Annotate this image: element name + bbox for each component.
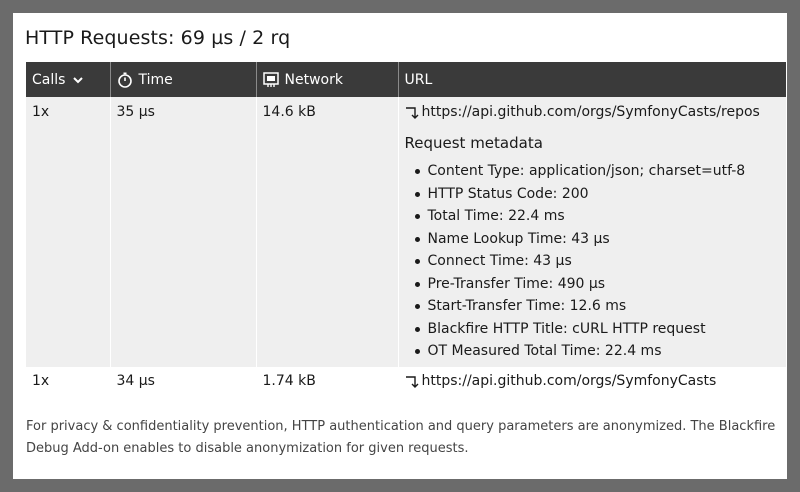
time-header-label: Time <box>138 71 173 88</box>
metadata-item: Blackfire HTTP Title: cURL HTTP request <box>414 318 787 341</box>
metadata-item: Pre-Transfer Time: 490 µs <box>414 273 787 296</box>
row-calls: 1x <box>26 97 111 367</box>
row-time: 34 µs <box>110 367 257 403</box>
corner-arrow-icon <box>405 374 419 388</box>
metadata-item: Start-Transfer Time: 12.6 ms <box>414 295 787 318</box>
row-calls: 1x <box>26 367 111 403</box>
corner-arrow-icon <box>405 105 419 119</box>
metadata-item: OT Measured Total Time: 22.4 ms <box>414 340 787 363</box>
metadata-item: Connect Time: 43 µs <box>414 250 787 273</box>
stopwatch-icon <box>117 72 133 88</box>
column-header-network[interactable]: Network <box>256 62 399 97</box>
metadata-item: Content Type: application/json; charset=… <box>414 160 787 183</box>
row-url-cell: https://api.github.com/orgs/SymfonyCasts <box>398 367 786 403</box>
column-header-calls[interactable]: Calls <box>26 62 111 97</box>
column-header-time[interactable]: Time <box>110 62 257 97</box>
row-network: 14.6 kB <box>256 97 399 367</box>
panel-title: HTTP Requests: 69 µs / 2 rq <box>25 27 291 49</box>
table-row[interactable]: 1x 35 µs 14.6 kB https://api.github.com/… <box>26 97 786 367</box>
chevron-down-icon <box>73 75 84 85</box>
metadata-item: Total Time: 22.4 ms <box>414 205 787 228</box>
request-url[interactable]: https://api.github.com/orgs/SymfonyCasts… <box>422 104 760 120</box>
row-network: 1.74 kB <box>256 367 399 403</box>
metadata-item: Name Lookup Time: 43 µs <box>414 228 787 251</box>
url-header-label: URL <box>404 71 433 88</box>
metadata-item: HTTP Status Code: 200 <box>414 183 787 206</box>
column-header-url[interactable]: URL <box>398 62 786 97</box>
http-requests-table: Calls Time Network URL 1x 35 µs 14.6 kB … <box>26 62 786 403</box>
row-time: 35 µs <box>110 97 257 367</box>
row-url-cell: https://api.github.com/orgs/SymfonyCasts… <box>398 97 786 367</box>
request-metadata-list: Content Type: application/json; charset=… <box>405 160 787 363</box>
table-row[interactable]: 1x 34 µs 1.74 kB https://api.github.com/… <box>26 367 786 403</box>
anonymization-footnote: For privacy & confidentiality prevention… <box>26 419 776 456</box>
table-header-row: Calls Time Network URL <box>26 62 786 97</box>
request-metadata-title: Request metadata <box>404 134 543 152</box>
network-icon <box>262 71 279 88</box>
http-requests-panel: HTTP Requests: 69 µs / 2 rq Calls Time N… <box>13 13 787 479</box>
calls-header-label: Calls <box>32 71 66 88</box>
request-url[interactable]: https://api.github.com/orgs/SymfonyCasts <box>422 373 717 389</box>
network-header-label: Network <box>284 71 343 88</box>
